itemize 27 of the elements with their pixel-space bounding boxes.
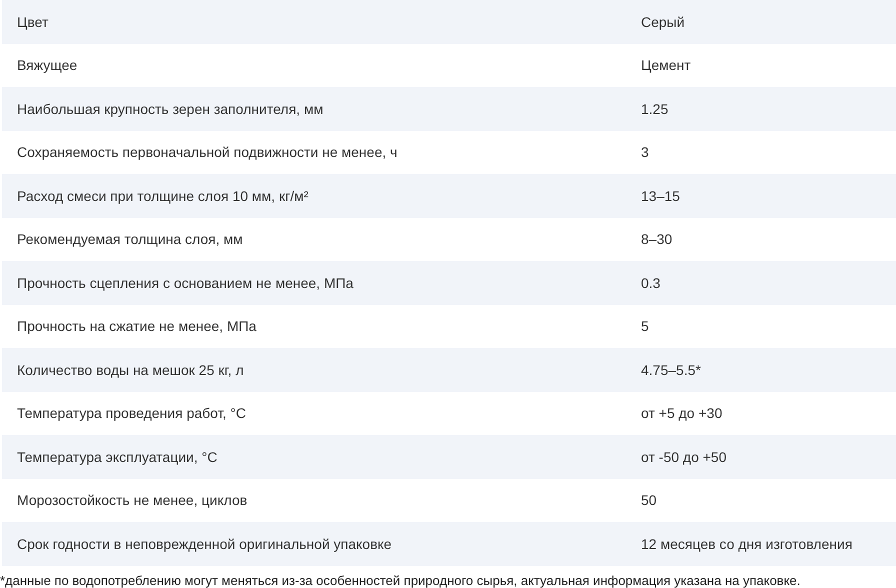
property-value: 50 xyxy=(640,492,658,508)
property-value: Цемент xyxy=(640,57,692,74)
property-name: Температура проведения работ, °C xyxy=(16,405,247,422)
property-value: от +5 до +30 xyxy=(640,405,724,422)
property-value: 3 xyxy=(640,144,650,160)
property-name: Температура эксплуатации, °C xyxy=(16,448,218,465)
property-name: Прочность сцепления с основанием не менее, МПа xyxy=(16,274,354,291)
property-value: 8–30 xyxy=(640,231,674,248)
property-value: 1.25 xyxy=(640,100,670,117)
property-value: Серый xyxy=(640,14,686,30)
property-value: 13–15 xyxy=(640,188,681,204)
property-value: 4.75–5.5* xyxy=(640,362,702,378)
property-name: Прочность на сжатие не менее, МПа xyxy=(16,318,258,334)
property-name: Наибольшая крупность зерен заполнителя, мм xyxy=(16,100,324,117)
footnote: *данные по водопотреблению могут меняться из-за особенностей природного сырья, актуальная информация указана на упаковке. xyxy=(0,572,800,588)
property-value: 5 xyxy=(640,318,650,334)
property-name: Срок годности в неповрежденной оригинальной упаковке xyxy=(16,536,393,552)
property-name: Вяжущее xyxy=(16,57,78,74)
property-name: Рекомендуемая толщина слоя, мм xyxy=(16,231,244,248)
property-value: 12 месяцев со дня изготовления xyxy=(640,536,854,552)
property-name: Количество воды на мешок 25 кг, л xyxy=(16,362,245,378)
property-value: 0.3 xyxy=(640,274,662,291)
property-value: от -50 до +50 xyxy=(640,448,728,465)
property-name: Сохраняемость первоначальной подвижности не менее, ч xyxy=(16,144,398,160)
property-name: Морозостойкость не менее, циклов xyxy=(16,492,248,508)
property-name: Расход смеси при толщине слоя 10 мм, кг/м² xyxy=(16,188,310,204)
property-name: Цвет xyxy=(16,14,50,30)
